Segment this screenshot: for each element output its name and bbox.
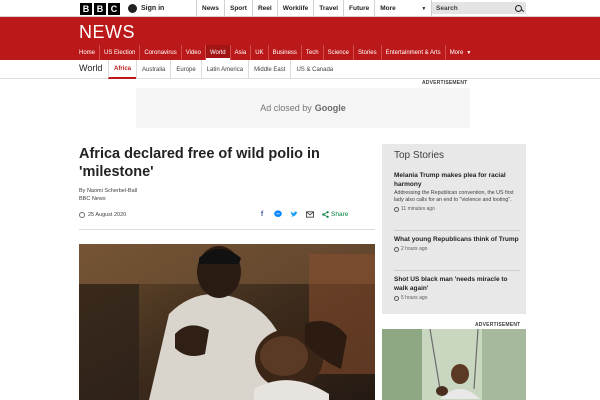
section-link-us-canada[interactable]: US & Canada <box>290 60 338 79</box>
top-story-time: 2 hours ago <box>394 246 522 252</box>
top-nav-news[interactable]: News <box>196 0 224 17</box>
news-nav-world[interactable]: World <box>204 45 230 60</box>
top-story-separator <box>394 230 520 231</box>
top-story-summary: Addressing the Republican convention, th… <box>394 190 514 203</box>
share-button[interactable]: Share <box>322 211 348 218</box>
article-photo <box>79 244 375 400</box>
top-nav-travel[interactable]: Travel <box>313 0 343 17</box>
top-story-item[interactable]: What young Republicans think of Trump 2 … <box>394 235 522 252</box>
top-story-time-label: 2 hours ago <box>401 246 428 252</box>
clock-icon <box>394 295 399 301</box>
news-nav-stories[interactable]: Stories <box>352 45 381 60</box>
news-nav-coronavirus[interactable]: Coronavirus <box>139 45 180 60</box>
section-link-latin-america[interactable]: Latin America <box>200 60 248 79</box>
share-tools: f Share <box>258 210 348 218</box>
top-nav-more[interactable]: More ▼ <box>374 0 433 17</box>
chevron-down-icon: ▼ <box>421 5 427 12</box>
share-label: Share <box>331 210 349 218</box>
top-nav-future[interactable]: Future <box>343 0 374 17</box>
news-nav-uk[interactable]: UK <box>250 45 267 60</box>
top-story-time: 11 minutes ago <box>394 206 522 212</box>
top-story-headline[interactable]: Shot US black man 'needs miracle to walk… <box>394 275 522 293</box>
search-box[interactable]: Search <box>432 2 526 14</box>
signin-label: Sign in <box>141 5 165 12</box>
news-nav-us-election[interactable]: US Election <box>99 45 139 60</box>
byline-outlet: BBC News <box>79 196 106 202</box>
facebook-icon[interactable]: f <box>258 210 266 218</box>
user-icon <box>128 4 137 13</box>
top-story-separator <box>394 270 520 271</box>
masthead: B B C Sign in News Sport Reel Worklife T… <box>0 0 600 17</box>
top-story-item[interactable]: Melania Trump makes plea for racial harm… <box>394 171 522 212</box>
top-story-time-label: 5 hours ago <box>401 295 428 301</box>
top-nav-worklife[interactable]: Worklife <box>276 0 314 17</box>
top-nav-reel[interactable]: Reel <box>251 0 277 17</box>
side-ad-image[interactable] <box>382 329 526 400</box>
top-story-headline[interactable]: What young Republicans think of Trump <box>394 235 522 244</box>
section-link-middle-east[interactable]: Middle East <box>248 60 290 79</box>
news-logo[interactable]: NEWS <box>79 22 135 43</box>
news-nav-science[interactable]: Science <box>322 45 353 60</box>
article-divider <box>79 229 375 230</box>
ad-label: ADVERTISEMENT <box>422 80 468 86</box>
byline: By Naomi Scherbel-Ball BBC News <box>79 187 137 203</box>
clock-icon <box>79 212 85 218</box>
clock-icon <box>394 206 399 212</box>
bbc-logo[interactable]: B B C <box>80 3 120 15</box>
news-nav-entertainment-arts[interactable]: Entertainment & Arts <box>380 45 445 60</box>
section-link-australia[interactable]: Australia <box>136 60 170 79</box>
news-nav-video[interactable]: Video <box>180 45 205 60</box>
top-nav-more-label: More <box>380 5 396 12</box>
news-nav-business[interactable]: Business <box>267 45 301 60</box>
share-icon <box>322 210 329 218</box>
google-label: Google <box>314 103 346 113</box>
section-title[interactable]: World <box>79 63 102 73</box>
bbc-logo-letter: B <box>80 3 92 15</box>
messenger-icon[interactable] <box>274 210 282 218</box>
email-icon[interactable] <box>306 210 314 218</box>
ad-closed-box: Ad closed by Google <box>136 88 470 128</box>
clock-icon <box>394 246 399 252</box>
top-nav-sport[interactable]: Sport <box>223 0 252 17</box>
twitter-icon[interactable] <box>290 210 298 218</box>
date-row: 25 August 2020 <box>79 212 126 218</box>
top-nav: News Sport Reel Worklife Travel Future M… <box>196 0 433 17</box>
news-nav-home[interactable]: Home <box>75 45 99 60</box>
article-headline: Africa declared free of wild polio in 'm… <box>79 146 320 180</box>
top-story-item[interactable]: Shot US black man 'needs miracle to walk… <box>394 275 522 301</box>
signin-link[interactable]: Sign in <box>128 0 164 17</box>
bbc-logo-letter: C <box>108 3 120 15</box>
section-link-africa[interactable]: Africa <box>108 60 137 79</box>
section-nav: World Africa Australia Europe Latin Amer… <box>0 60 600 79</box>
bbc-logo-letter: B <box>94 3 106 15</box>
news-nav-asia[interactable]: Asia <box>229 45 251 60</box>
top-story-time-label: 11 minutes ago <box>401 206 435 212</box>
ad-closed-text: Ad closed by <box>260 103 312 113</box>
news-nav-tech[interactable]: Tech <box>300 45 323 60</box>
news-nav-more[interactable]: More ▼ <box>444 45 476 60</box>
top-story-headline[interactable]: Melania Trump makes plea for racial harm… <box>394 171 522 189</box>
top-stories-panel: Top Stories Melania Trump makes plea for… <box>382 144 526 314</box>
search-icon[interactable] <box>515 4 522 12</box>
news-nav-more-label: More <box>449 49 464 56</box>
section-link-europe[interactable]: Europe <box>170 60 200 79</box>
byline-author: By Naomi Scherbel-Ball <box>79 188 138 194</box>
search-placeholder: Search <box>436 4 458 12</box>
top-story-time: 5 hours ago <box>394 295 522 301</box>
top-stories-title: Top Stories <box>394 150 445 161</box>
section-links: Africa Australia Europe Latin America Mi… <box>108 60 338 79</box>
news-nav: Home US Election Coronavirus Video World… <box>75 45 475 60</box>
chevron-down-icon: ▼ <box>466 49 472 56</box>
article-date: 25 August 2020 <box>88 212 127 218</box>
side-ad-label: ADVERTISEMENT <box>475 322 521 328</box>
